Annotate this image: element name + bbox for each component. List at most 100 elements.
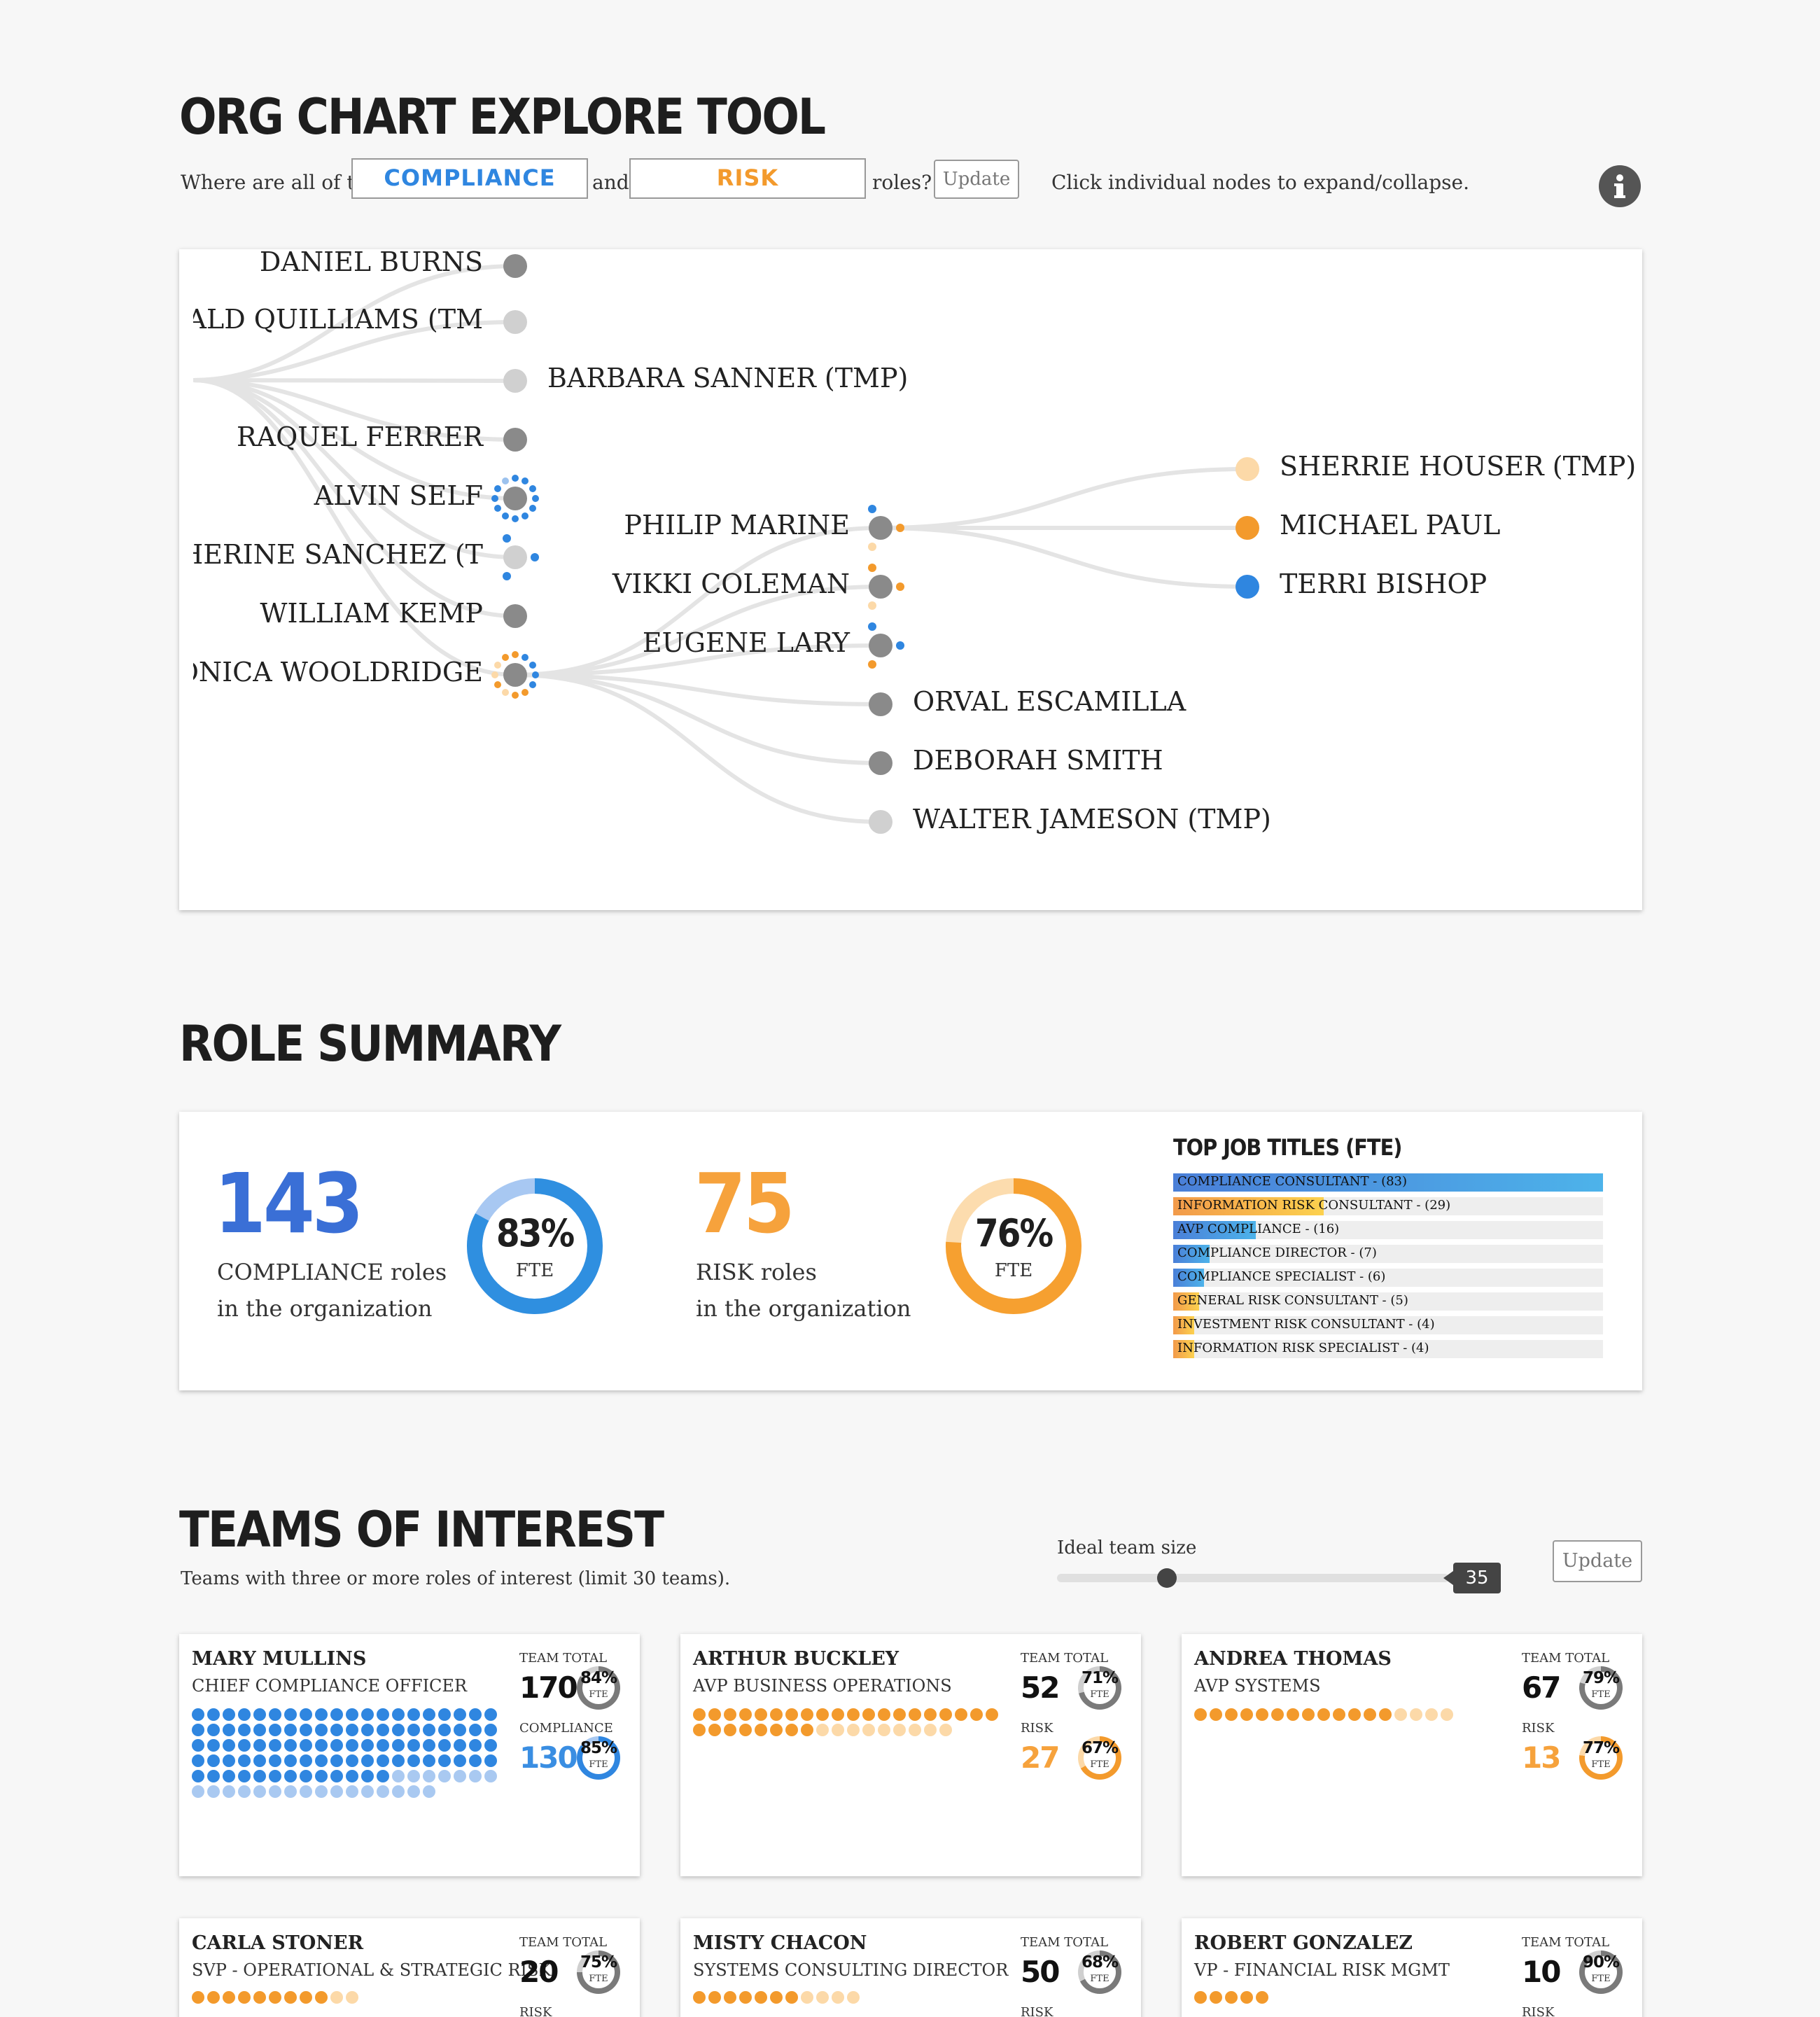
node-alvin-self bbox=[503, 487, 527, 510]
role-dot bbox=[207, 1785, 220, 1798]
node-label[interactable]: WILLIAM KEMP bbox=[260, 598, 483, 629]
node-label[interactable]: BARBARA SANNER (TMP) bbox=[547, 363, 908, 393]
node-walter-jameson bbox=[869, 810, 892, 834]
node-label[interactable]: ONALD QUILLIAMS (TM bbox=[179, 304, 483, 335]
role-dot bbox=[770, 1724, 783, 1736]
fte-pct-label: FTE bbox=[1591, 1689, 1611, 1700]
node-label[interactable]: ALVIN SELF bbox=[314, 480, 483, 511]
role-count-label: COMPLIANCE bbox=[519, 1721, 613, 1736]
role-dot bbox=[484, 1754, 497, 1767]
role-dot bbox=[407, 1754, 420, 1767]
role-dot bbox=[253, 1754, 266, 1767]
teams-update-button[interactable]: Update bbox=[1553, 1540, 1642, 1582]
role1-input[interactable]: COMPLIANCE bbox=[351, 158, 588, 199]
role-dot bbox=[315, 1724, 328, 1736]
top-title-row: COMPLIANCE CONSULTANT - (83) bbox=[1173, 1173, 1603, 1192]
node-label[interactable]: MICHAEL PAUL bbox=[1280, 510, 1500, 540]
node-label[interactable]: VIKKI COLEMAN bbox=[612, 568, 850, 599]
fte-pct-value: 85% bbox=[580, 1739, 617, 1757]
role-dot bbox=[223, 1785, 235, 1798]
role-dot bbox=[878, 1708, 890, 1721]
risk-line2: in the organization bbox=[696, 1295, 911, 1322]
node-vikki-coleman bbox=[869, 575, 892, 599]
role-dot bbox=[693, 1991, 706, 2004]
role-dot bbox=[724, 1991, 736, 2004]
node-philip-marine bbox=[869, 516, 892, 540]
team-card[interactable]: MARY MULLINS CHIEF COMPLIANCE OFFICER TEAM… bbox=[179, 1634, 640, 1876]
role-dot bbox=[253, 1785, 266, 1798]
role-dot bbox=[300, 1770, 312, 1782]
role-dot bbox=[269, 1754, 281, 1767]
role2-input[interactable]: RISK bbox=[629, 158, 866, 199]
role-dot bbox=[223, 1724, 235, 1736]
fte-pct-value: 67% bbox=[1081, 1739, 1119, 1757]
team-size-slider[interactable] bbox=[1057, 1574, 1449, 1582]
role-dot bbox=[300, 1724, 312, 1736]
role-dot bbox=[407, 1770, 420, 1782]
node-label[interactable]: TERRI BISHOP bbox=[1280, 568, 1487, 599]
role-dot bbox=[1394, 1708, 1407, 1721]
chart-edge-mask bbox=[179, 249, 193, 910]
team-card[interactable]: ARTHUR BUCKLEY AVP BUSINESS OPERATIONS TEA… bbox=[680, 1634, 1141, 1876]
node-label[interactable]: SHERRIE HOUSER (TMP) bbox=[1280, 451, 1636, 482]
role-dot bbox=[361, 1739, 374, 1752]
role-dot bbox=[986, 1708, 998, 1721]
role-dot bbox=[284, 1991, 297, 2004]
update-button[interactable]: Update bbox=[934, 160, 1019, 199]
team-leader-title: AVP SYSTEMS bbox=[1194, 1676, 1321, 1696]
info-icon[interactable] bbox=[1599, 165, 1641, 207]
role-dots bbox=[1194, 1708, 1502, 1721]
role-dot bbox=[484, 1770, 497, 1782]
node-label[interactable]: DEBORAH SMITH bbox=[913, 745, 1163, 776]
role-dot bbox=[253, 1739, 266, 1752]
role-dot bbox=[407, 1785, 420, 1798]
role-dot bbox=[315, 1785, 328, 1798]
org-chart-panel: DANIEL BURNS ONALD QUILLIAMS (TM RAQUEL … bbox=[179, 249, 1642, 910]
fte-pct-label: FTE bbox=[1591, 1759, 1611, 1770]
node-label[interactable]: ORVAL ESCAMILLA bbox=[913, 686, 1186, 717]
role-count-label: RISK bbox=[1021, 1721, 1054, 1736]
role-dot bbox=[924, 1724, 937, 1736]
node-label[interactable]: ONICA WOOLDRIDGE bbox=[179, 657, 483, 688]
node-label[interactable]: RAQUEL FERRER bbox=[237, 421, 483, 452]
role-dot bbox=[269, 1785, 281, 1798]
team-leader-name: MARY MULLINS bbox=[192, 1648, 367, 1670]
top-title-label: INVESTMENT RISK CONSULTANT - (4) bbox=[1177, 1317, 1435, 1332]
node-label[interactable]: ATHERINE SANCHEZ (T bbox=[179, 539, 483, 570]
slider-knob[interactable] bbox=[1156, 1568, 1177, 1588]
expand-hint: Click individual nodes to expand/collaps… bbox=[1051, 171, 1469, 194]
role-dot bbox=[816, 1724, 829, 1736]
top-title-row: COMPLIANCE SPECIALIST - (6) bbox=[1173, 1269, 1603, 1287]
role-dot bbox=[801, 1708, 813, 1721]
role-dot bbox=[454, 1708, 466, 1721]
top-title-label: INFORMATION RISK CONSULTANT - (29) bbox=[1177, 1198, 1451, 1213]
node-label[interactable]: WALTER JAMESON (TMP) bbox=[913, 804, 1271, 835]
team-card[interactable]: MISTY CHACON SYSTEMS CONSULTING DIRECTOR T… bbox=[680, 1918, 1141, 2017]
role-dot bbox=[361, 1724, 374, 1736]
role-dot bbox=[269, 1770, 281, 1782]
node-label[interactable]: PHILIP MARINE bbox=[624, 510, 850, 540]
prompt-prefix: Where are all of the bbox=[181, 171, 379, 194]
team-total-value: 52 bbox=[1021, 1670, 1060, 1705]
role-dot bbox=[377, 1708, 389, 1721]
role-dot bbox=[955, 1708, 967, 1721]
role-dot bbox=[392, 1754, 405, 1767]
role-dot bbox=[330, 1770, 343, 1782]
role-dot bbox=[423, 1724, 435, 1736]
role-dot bbox=[315, 1708, 328, 1721]
node-label[interactable]: EUGENE LARY bbox=[643, 627, 850, 658]
role-dot bbox=[939, 1724, 952, 1736]
node-label[interactable]: DANIEL BURNS bbox=[260, 249, 483, 277]
role-dot bbox=[207, 1708, 220, 1721]
role-dot bbox=[816, 1991, 829, 2004]
risk-fte-value: 76% bbox=[974, 1211, 1054, 1255]
team-card[interactable]: ANDREA THOMAS AVP SYSTEMS TEAM TOTAL 67 79% F… bbox=[1182, 1634, 1642, 1876]
team-card[interactable]: ROBERT GONZALEZ VP - FINANCIAL RISK MGMT T… bbox=[1182, 1918, 1642, 2017]
node-michael-paul bbox=[1236, 516, 1259, 540]
role-dot bbox=[1302, 1708, 1315, 1721]
team-total-label: TEAM TOTAL bbox=[1522, 1651, 1610, 1666]
top-title-row: COMPLIANCE DIRECTOR - (7) bbox=[1173, 1245, 1603, 1263]
role-dot bbox=[315, 1770, 328, 1782]
team-card[interactable]: CARLA STONER SVP - OPERATIONAL & STRATEGI… bbox=[179, 1918, 640, 2017]
top-title-label: COMPLIANCE CONSULTANT - (83) bbox=[1177, 1174, 1408, 1189]
